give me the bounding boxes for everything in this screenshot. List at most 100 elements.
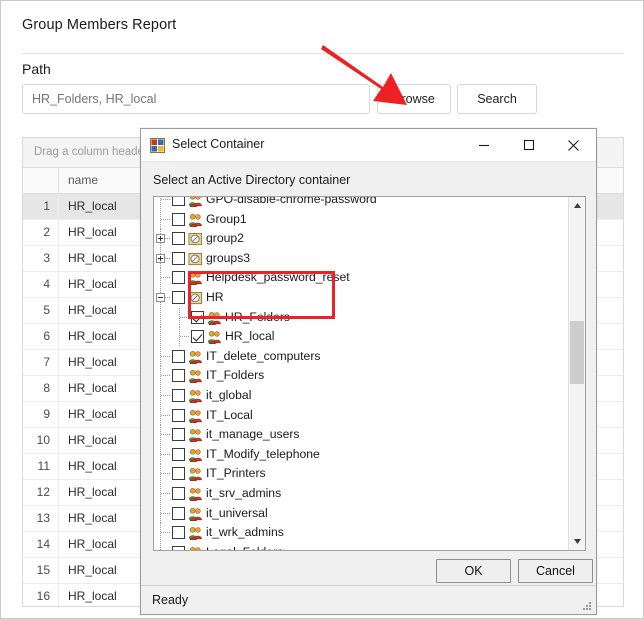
grid-cell-index: 6	[23, 324, 59, 349]
tree-item-label: HR	[206, 289, 224, 304]
tree-expand-icon[interactable]	[156, 253, 165, 263]
group-icon	[188, 409, 203, 423]
tree-connector	[161, 434, 171, 436]
group-icon	[207, 311, 221, 325]
tree-collapse-icon[interactable]	[156, 292, 165, 302]
tree-item[interactable]: it_manage_users	[154, 425, 569, 445]
scrollbar-thumb[interactable]	[570, 321, 584, 384]
path-label: Path	[22, 61, 51, 77]
tree-item-checkbox[interactable]	[172, 271, 185, 285]
group-members-report-window: Group Members Report Path Browse Search …	[0, 0, 644, 619]
tree-item-checkbox[interactable]	[172, 408, 185, 422]
tree-item[interactable]: it_universal	[154, 503, 569, 524]
grid-cell-index: 1	[23, 194, 59, 219]
tree-connector	[161, 375, 171, 377]
tree-item-checkbox[interactable]	[191, 310, 204, 324]
path-input[interactable]	[22, 84, 370, 114]
scroll-down-icon[interactable]	[569, 533, 585, 550]
tree-item[interactable]: groups3	[154, 248, 569, 269]
scroll-up-icon[interactable]	[569, 197, 585, 214]
group-icon	[188, 487, 203, 501]
cancel-button[interactable]: Cancel	[518, 559, 593, 583]
tree-item-label: it_manage_users	[206, 427, 300, 442]
tree-item-checkbox[interactable]	[172, 545, 185, 550]
minimize-button[interactable]	[461, 129, 506, 161]
tree-item-checkbox[interactable]	[172, 388, 185, 402]
tree-item[interactable]: it_srv_admins	[154, 483, 569, 504]
tree-item[interactable]: IT_Modify_telephone	[154, 444, 569, 465]
tree-item-label: Helpdesk_password_reset	[206, 270, 350, 285]
group-icon	[188, 370, 202, 384]
grid-cell-index: 8	[23, 376, 59, 401]
tree-item-label: it_universal	[206, 505, 268, 520]
ou-icon	[188, 233, 203, 246]
tree-item-checkbox[interactable]	[172, 290, 185, 304]
tree-item-checkbox[interactable]	[172, 212, 185, 226]
tree-item-checkbox[interactable]	[172, 506, 185, 520]
tree-item[interactable]: GPO-disable-chrome-password	[154, 197, 569, 210]
container-tree-panel[interactable]: GPO-disable-chrome-password Group1 group2 g…	[153, 196, 586, 551]
tree-item-checkbox[interactable]	[172, 486, 185, 500]
tree-item[interactable]: IT_Printers	[154, 464, 569, 484]
tree-item-checkbox[interactable]	[172, 349, 185, 363]
grid-cell-index: 2	[23, 220, 59, 245]
ou-icon	[188, 232, 203, 246]
tree-item[interactable]: Helpdesk_password_reset	[154, 268, 569, 288]
tree-item[interactable]: IT_Folders	[154, 366, 569, 386]
tree-connector	[180, 336, 190, 338]
tree-guide-line	[160, 307, 161, 328]
select-container-dialog: Select Container Select an Active Direct…	[140, 128, 597, 615]
tree-item-checkbox[interactable]	[172, 251, 185, 265]
tree-connector	[180, 316, 190, 318]
tree-item[interactable]: HR	[154, 287, 569, 308]
tree-item-label: it_global	[206, 387, 252, 402]
tree-item[interactable]: IT_delete_computers	[154, 346, 569, 367]
tree-item[interactable]: group2	[154, 229, 569, 249]
tree-item[interactable]: IT_Local	[154, 405, 569, 426]
tree-connector	[161, 355, 171, 357]
tree-item-checkbox[interactable]	[191, 330, 204, 344]
tree-expand-icon[interactable]	[156, 234, 165, 244]
ou-icon	[188, 252, 203, 266]
group-icon	[188, 389, 203, 403]
tree-item-label: group2	[206, 231, 244, 246]
tree-item-label: it_wrk_admins	[206, 525, 284, 540]
tree-guide-line	[160, 327, 161, 347]
tree-item[interactable]: it_global	[154, 385, 569, 406]
tree-item-checkbox[interactable]	[172, 232, 185, 246]
group-icon	[188, 389, 202, 403]
tree-item-checkbox[interactable]	[172, 197, 185, 206]
group-icon	[188, 507, 202, 521]
grid-header-index[interactable]	[23, 168, 59, 193]
tree-item-checkbox[interactable]	[172, 369, 185, 383]
tree-item[interactable]: HR_local	[154, 327, 569, 347]
tree-item-checkbox[interactable]	[172, 526, 185, 540]
resize-grip-icon[interactable]	[581, 600, 592, 611]
dialog-titlebar[interactable]: Select Container	[141, 129, 596, 162]
tree-connector	[161, 453, 171, 455]
grid-cell-index: 9	[23, 402, 59, 427]
tree-item[interactable]: Group1	[154, 209, 569, 230]
tree-scrollbar[interactable]	[568, 197, 585, 550]
grid-cell-index: 15	[23, 558, 59, 583]
tree-item-checkbox[interactable]	[172, 428, 185, 442]
dialog-subtitle: Select an Active Directory container	[153, 173, 351, 187]
tree-item[interactable]: it_wrk_admins	[154, 523, 569, 543]
tree-item-checkbox[interactable]	[172, 447, 185, 461]
header-divider	[22, 53, 624, 54]
tree-item[interactable]: HR_Folders	[154, 307, 569, 328]
ou-icon	[188, 291, 203, 305]
maximize-button[interactable]	[506, 129, 551, 161]
grid-cell-index: 10	[23, 428, 59, 453]
ou-icon	[188, 291, 203, 305]
group-icon	[188, 197, 202, 208]
search-button[interactable]: Search	[457, 84, 537, 114]
tree-item-label: IT_Local	[206, 407, 253, 422]
ok-button[interactable]: OK	[436, 559, 511, 583]
browse-button[interactable]: Browse	[377, 84, 451, 114]
application-icon	[150, 138, 165, 153]
close-button[interactable]	[551, 129, 596, 161]
tree-item[interactable]: Legal_Folders	[154, 542, 569, 550]
grid-cell-index: 13	[23, 506, 59, 531]
tree-item-checkbox[interactable]	[172, 467, 185, 481]
